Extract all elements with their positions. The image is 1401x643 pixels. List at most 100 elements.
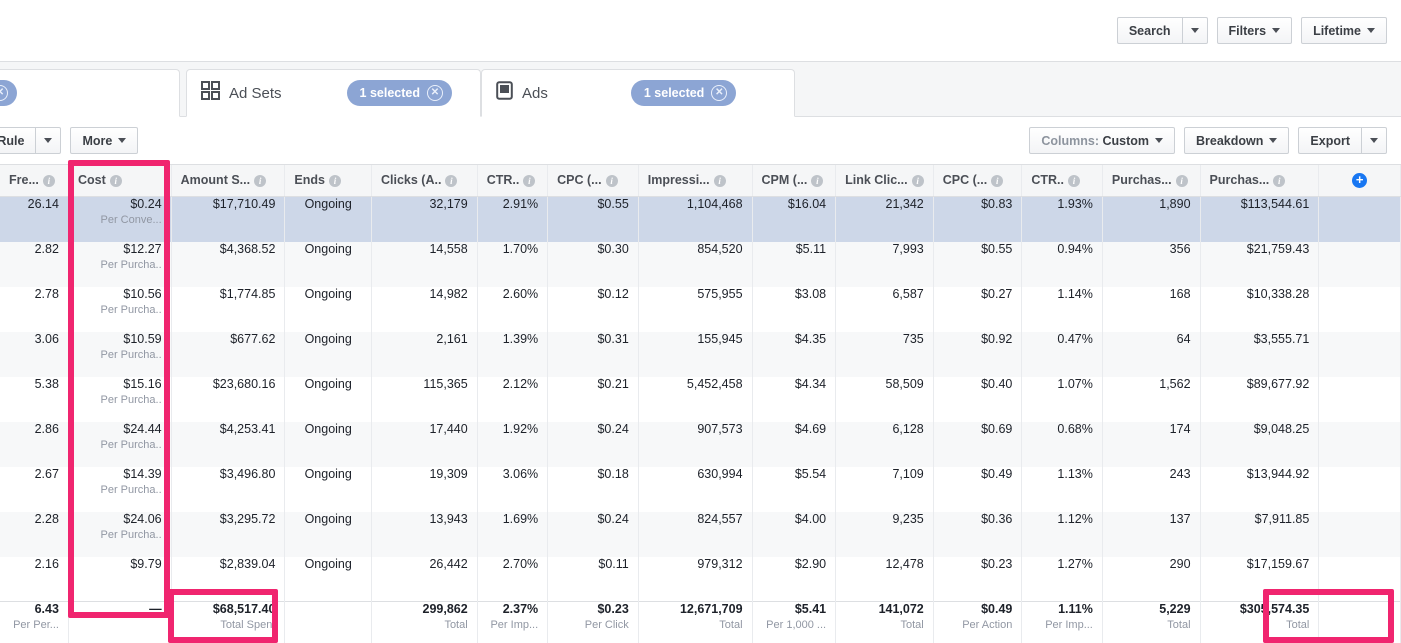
info-icon[interactable]: i [605, 174, 618, 187]
table-cell: Ongoing [284, 331, 372, 377]
table-row[interactable]: 2.67 $14.39 Per Purcha.. $3,496.80 Ongoing 19… [0, 466, 1401, 512]
cell-value: 2.82 [34, 241, 59, 256]
search-button-group[interactable]: Search [1116, 17, 1208, 44]
cell-value: 1,104,468 [686, 197, 743, 211]
table-cell: $0.31 [547, 331, 639, 377]
metrics-table-container[interactable]: Fre... i Cost i Amount S... i Ends i Clicks (A..… [0, 165, 1401, 643]
table-row[interactable]: 2.82 $12.27 Per Purcha.. $4,368.52 Ongoing 14… [0, 241, 1401, 287]
info-icon[interactable]: i [254, 174, 267, 187]
chevron-down-icon [1272, 28, 1281, 33]
breakdown-button[interactable]: Breakdown [1184, 127, 1290, 154]
total-cell: 12,671,709 Total [638, 601, 753, 643]
columns-button[interactable]: Columns: Custom [1029, 127, 1176, 154]
cell-value: 115,365 [423, 376, 468, 391]
more-button[interactable]: More [70, 127, 139, 154]
cell-value: 9,235 [892, 511, 924, 526]
column-header-4[interactable]: Clicks (A.. i [371, 165, 478, 197]
table-cell: 2.86 [0, 421, 69, 467]
column-header-12[interactable]: Purchas... i [1102, 165, 1201, 197]
close-icon[interactable]: ✕ [711, 85, 728, 101]
tab-adsets[interactable]: Ad Sets 1 selected ✕ [186, 69, 481, 117]
close-icon[interactable]: ✕ [0, 85, 8, 101]
cell-value: 19,309 [429, 466, 468, 481]
plus-circle-icon[interactable]: + [1352, 173, 1368, 188]
table-cell: 19,309 [371, 466, 478, 512]
column-header-3[interactable]: Ends i [284, 165, 372, 197]
table-row[interactable]: 2.86 $24.44 Per Purcha.. $4,253.41 Ongoing 17… [0, 421, 1401, 467]
cell-value: 1.93% [1057, 197, 1093, 211]
info-icon[interactable]: i [523, 174, 536, 187]
table-cell: $10.59 Per Purcha.. [68, 331, 172, 377]
column-header-1[interactable]: Cost i [68, 165, 172, 197]
create-rule-dropdown-button[interactable] [35, 127, 62, 154]
create-rule-button[interactable]: reate Rule [0, 127, 36, 154]
chevron-down-icon [1155, 138, 1164, 143]
table-row[interactable]: 5.38 $15.16 Per Purcha.. $23,680.16 Ongoing 1… [0, 376, 1401, 422]
table-cell: $0.36 [933, 511, 1023, 557]
search-dropdown-button[interactable] [1181, 17, 1208, 44]
cell-value: 7,993 [892, 241, 924, 256]
info-icon[interactable]: i [713, 174, 726, 187]
top-toolbar: Search Filters Lifetime [0, 0, 1401, 62]
search-button[interactable]: Search [1116, 17, 1182, 44]
info-icon[interactable]: i [911, 174, 924, 187]
cell-value: Ongoing [304, 376, 352, 391]
info-icon[interactable]: i [1273, 174, 1286, 187]
tab-adsets-selection-pill[interactable]: 1 selected ✕ [346, 80, 452, 106]
column-header-5[interactable]: CTR.. i [477, 165, 549, 197]
table-cell: 7,993 [835, 241, 934, 287]
info-icon[interactable]: i [1067, 174, 1080, 187]
cell-value: 1.07% [1057, 376, 1093, 391]
total-cell: 2.37% Per Imp... [477, 601, 549, 643]
column-header-13[interactable]: Purchas... i [1200, 165, 1320, 197]
cell-value: 979,312 [697, 556, 743, 571]
column-header-11[interactable]: CTR.. i [1021, 165, 1103, 197]
filters-button[interactable]: Filters [1216, 17, 1293, 44]
row-end-spacer [1318, 511, 1401, 557]
cell-subtext: Per Purcha.. [100, 348, 162, 361]
export-dropdown-button[interactable] [1361, 127, 1387, 154]
cell-value: 1.39% [502, 331, 539, 346]
table-cell: 115,365 [371, 376, 478, 422]
lifetime-date-button[interactable]: Lifetime [1301, 17, 1387, 44]
total-value: — [149, 602, 162, 617]
info-icon[interactable]: i [811, 174, 824, 187]
column-header-2[interactable]: Amount S... i [171, 165, 286, 197]
export-button[interactable]: Export [1298, 127, 1361, 154]
add-column-header[interactable]: + [1318, 165, 1401, 197]
info-icon[interactable]: i [445, 174, 458, 187]
info-icon[interactable]: i [42, 174, 55, 187]
table-row[interactable]: 2.78 $10.56 Per Purcha.. $1,774.85 Ongoing 14… [0, 286, 1401, 332]
tab-ads[interactable]: Ads 1 selected ✕ [481, 69, 795, 117]
cell-value: $3.08 [794, 286, 827, 301]
column-header-8[interactable]: CPM (... i [752, 165, 837, 197]
column-header-10[interactable]: CPC (... i [933, 165, 1023, 197]
tab-campaigns-selection-pill[interactable]: 1 selected ✕ [0, 80, 17, 106]
export-button-group[interactable]: Export [1298, 127, 1387, 154]
table-cell: $10,338.28 [1200, 286, 1320, 332]
table-row[interactable]: 26.14 $0.24 Per Conve... $17,710.49 Ongoing 3… [0, 196, 1401, 242]
lifetime-button-label: Lifetime [1313, 23, 1361, 38]
cell-value: 1,890 [1159, 197, 1191, 211]
table-row[interactable]: 3.06 $10.59 Per Purcha.. $677.62 Ongoing 2,16… [0, 331, 1401, 377]
info-icon[interactable]: i [109, 174, 122, 187]
cell-value: $16.04 [787, 197, 827, 211]
table-cell: 1.93% [1021, 196, 1103, 242]
column-header-7[interactable]: Impressi... i [638, 165, 753, 197]
column-header-label: CTR.. [1031, 173, 1064, 187]
cell-value: 2.16 [34, 556, 59, 571]
table-row[interactable]: 2.28 $24.06 Per Purcha.. $3,295.72 Ongoing 13… [0, 511, 1401, 557]
column-header-9[interactable]: Link Clic... i [835, 165, 934, 197]
info-icon[interactable]: i [328, 174, 341, 187]
table-row[interactable]: 2.16 $9.79 $2,839.04 Ongoing 26,442 2.70% $0.1… [0, 556, 1401, 602]
cell-value: 64 [1176, 331, 1191, 346]
tab-ads-selection-pill[interactable]: 1 selected ✕ [630, 80, 737, 106]
create-rule-button-group[interactable]: reate Rule [0, 127, 62, 154]
tab-campaigns[interactable]: s 1 selected ✕ [0, 69, 180, 117]
table-header: Fre... i Cost i Amount S... i Ends i Clicks (A..… [0, 165, 1401, 197]
info-icon[interactable]: i [1175, 174, 1188, 187]
close-icon[interactable]: ✕ [427, 85, 443, 101]
info-icon[interactable]: i [991, 174, 1004, 187]
column-header-0[interactable]: Fre... i [0, 165, 69, 197]
column-header-6[interactable]: CPC (... i [547, 165, 639, 197]
